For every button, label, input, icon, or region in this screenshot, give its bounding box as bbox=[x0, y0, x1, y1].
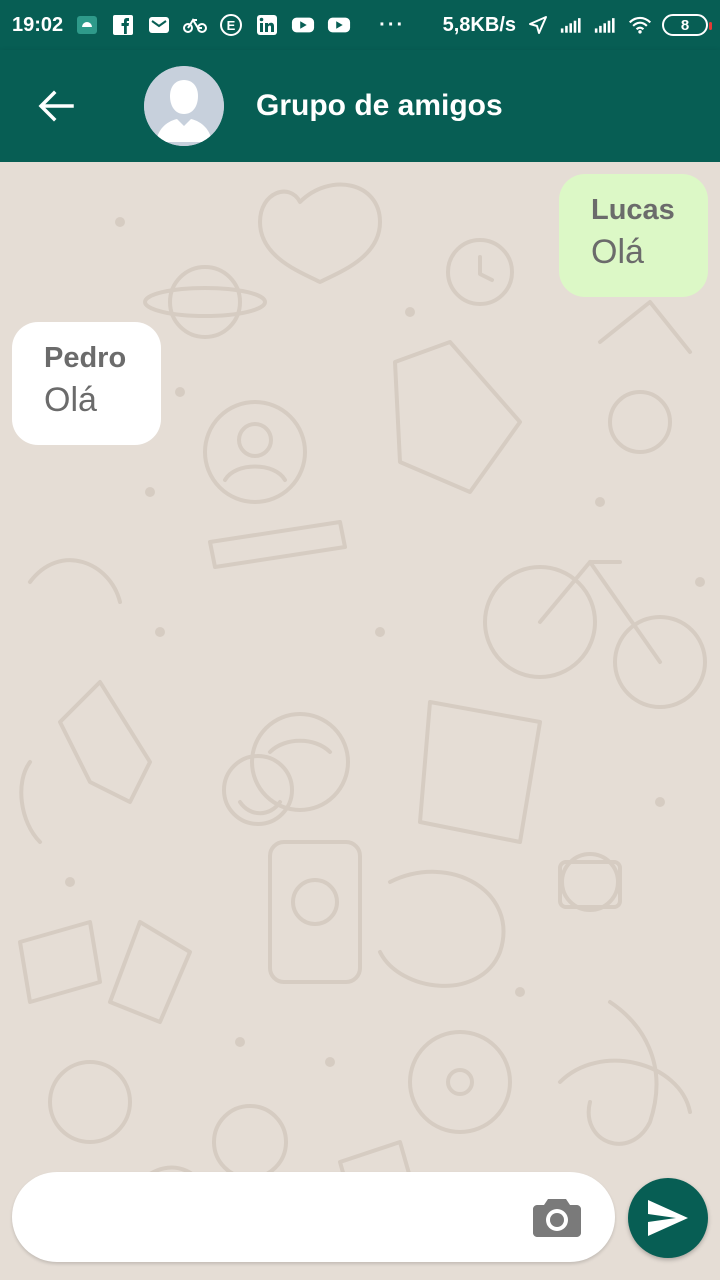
android-debug-icon bbox=[75, 14, 99, 36]
message-input[interactable] bbox=[12, 1187, 529, 1247]
youtube-icon bbox=[327, 14, 351, 36]
message-list[interactable]: Lucas Olá Pedro Olá bbox=[0, 162, 720, 1172]
battery-icon: 8 bbox=[662, 14, 712, 36]
arrow-left-icon bbox=[38, 90, 74, 122]
svg-text:E: E bbox=[227, 18, 236, 33]
message-text: Olá bbox=[591, 233, 644, 271]
default-avatar-icon bbox=[144, 66, 224, 146]
signal-icon bbox=[560, 14, 584, 36]
chat-title[interactable]: Grupo de amigos bbox=[256, 89, 503, 123]
youtube-icon bbox=[291, 14, 315, 36]
location-arrow-icon bbox=[526, 14, 550, 36]
message-bubble-incoming[interactable]: Pedro Olá bbox=[12, 322, 161, 445]
mail-icon bbox=[147, 14, 171, 36]
status-time: 19:02 bbox=[12, 13, 64, 36]
facebook-icon bbox=[111, 14, 135, 36]
linkedin-icon bbox=[255, 14, 279, 36]
network-speed: 5,8KB/s bbox=[442, 13, 516, 36]
send-button[interactable] bbox=[628, 1178, 708, 1258]
message-text: Olá bbox=[44, 381, 97, 419]
battery-level: 8 bbox=[680, 16, 690, 34]
chat-header: Grupo de amigos bbox=[0, 50, 720, 162]
send-icon bbox=[648, 1200, 688, 1236]
message-sender: Pedro bbox=[44, 342, 127, 374]
chat-wallpaper bbox=[0, 162, 720, 1172]
e-app-icon: E bbox=[219, 14, 243, 36]
back-button[interactable] bbox=[26, 76, 86, 136]
group-avatar[interactable] bbox=[144, 66, 224, 146]
camera-button[interactable] bbox=[529, 1189, 585, 1245]
message-composer bbox=[12, 1172, 615, 1262]
wifi-icon bbox=[628, 14, 652, 36]
bike-icon bbox=[183, 14, 208, 36]
message-sender: Lucas bbox=[591, 194, 675, 226]
message-bubble-outgoing[interactable]: Lucas Olá bbox=[559, 174, 708, 297]
more-notifications-icon: ··· bbox=[379, 13, 406, 36]
signal-icon bbox=[594, 14, 618, 36]
status-bar: 19:02 E ··· 5,8KB/s 8 bbox=[0, 0, 720, 50]
camera-icon bbox=[533, 1199, 581, 1237]
